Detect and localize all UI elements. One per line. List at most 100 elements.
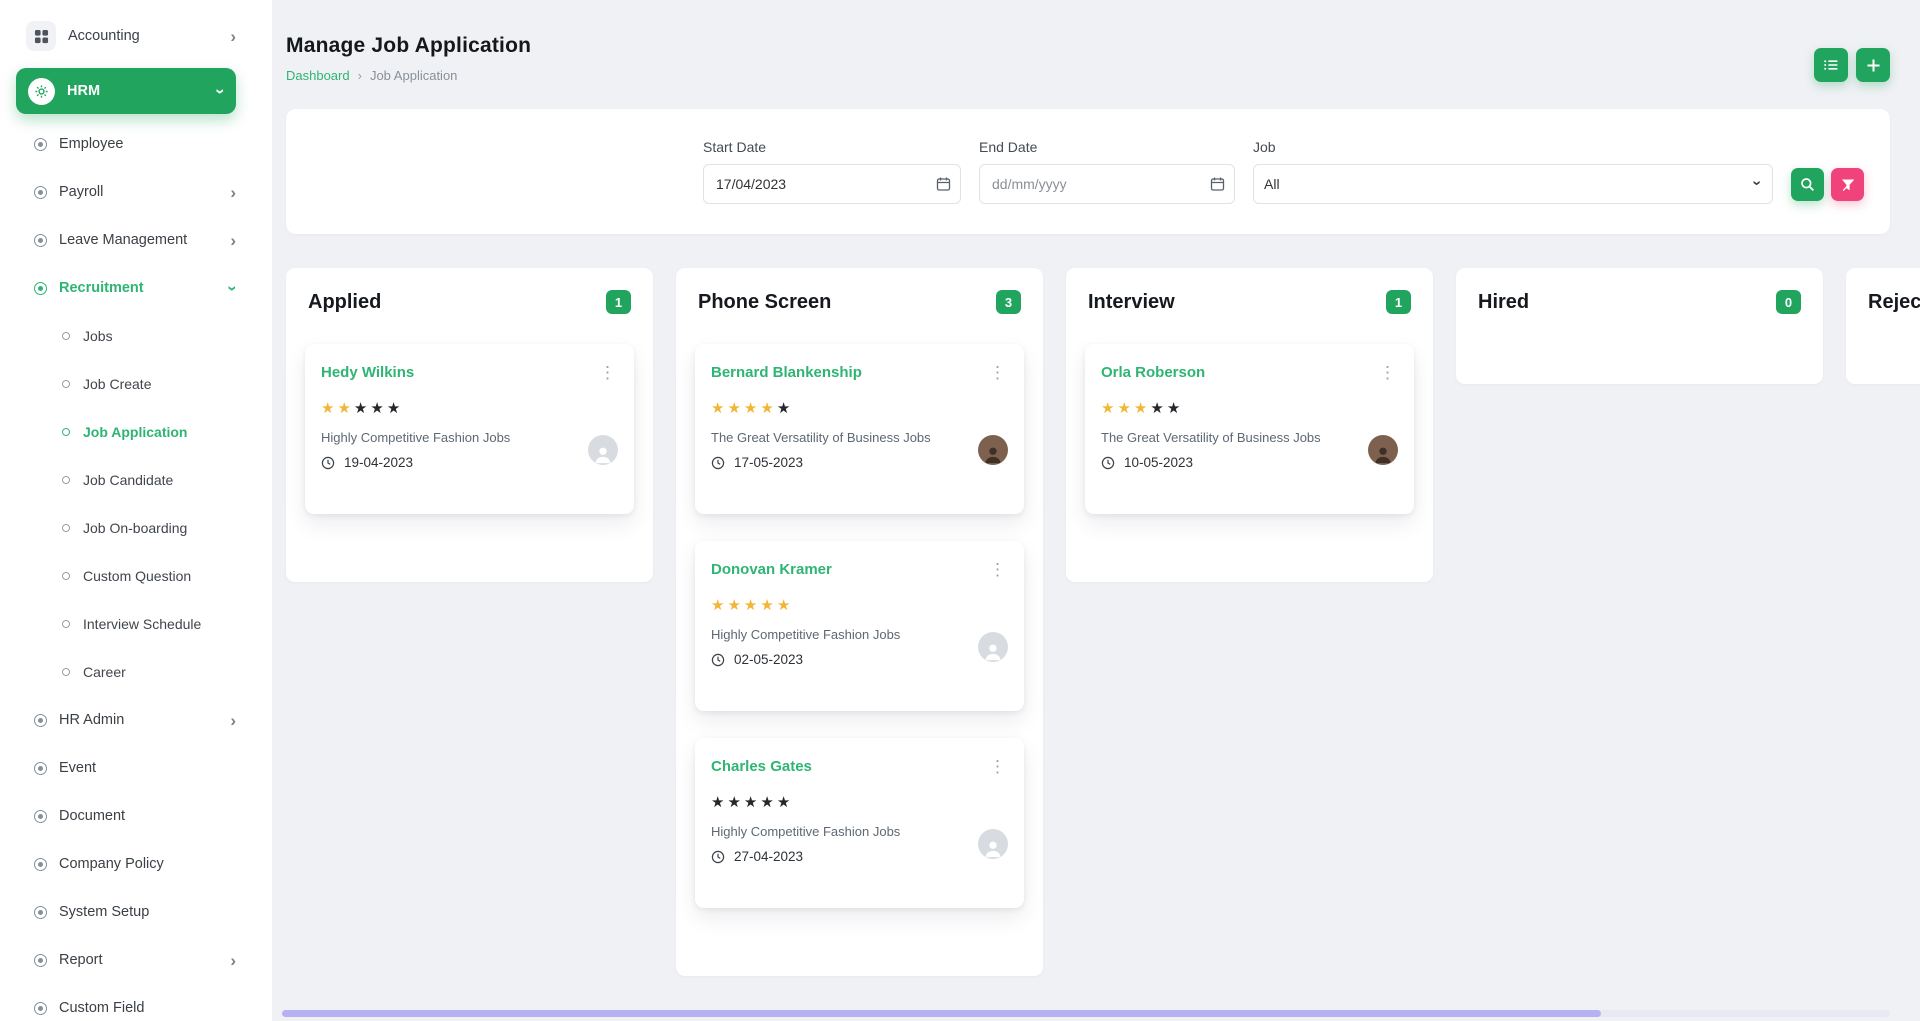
kebab-menu-icon[interactable]: ⋮ bbox=[987, 561, 1008, 578]
star-icon: ★ bbox=[1134, 400, 1150, 417]
kanban-column-hired: Hired 0 bbox=[1456, 268, 1823, 384]
star-icon: ★ bbox=[777, 400, 793, 417]
submenu-item-job-candidate[interactable]: Job Candidate bbox=[62, 456, 236, 504]
applied-date: 27-04-2023 bbox=[711, 849, 900, 864]
submenu-item-interview-schedule[interactable]: Interview Schedule bbox=[62, 600, 236, 648]
sidebar-item-label: Report bbox=[59, 952, 218, 968]
card-meta: The Great Versatility of Business Jobs 1… bbox=[711, 430, 931, 470]
column-title: Hired bbox=[1478, 291, 1529, 314]
star-icon: ★ bbox=[711, 794, 727, 811]
candidate-name-link[interactable]: Bernard Blankenship bbox=[711, 364, 862, 381]
document-icon bbox=[34, 810, 47, 823]
candidate-name-link[interactable]: Charles Gates bbox=[711, 758, 812, 775]
candidate-name-link[interactable]: Orla Roberson bbox=[1101, 364, 1205, 381]
sidebar-nav: Accounting › HRM › Employee Payroll › Le… bbox=[0, 12, 272, 1021]
sidebar-item-report[interactable]: Report › bbox=[16, 936, 236, 984]
job-label: Job bbox=[1253, 139, 1773, 155]
sidebar-item-label: Recruitment bbox=[59, 280, 218, 296]
rating-stars: ★★★★★ bbox=[321, 401, 618, 416]
sidebar-item-employee[interactable]: Employee bbox=[16, 120, 236, 168]
sidebar-item-label: Event bbox=[59, 760, 236, 776]
card-body: The Great Versatility of Business Jobs 1… bbox=[711, 430, 1008, 470]
kanban-column-rejected: Rejected bbox=[1846, 268, 1920, 384]
application-card[interactable]: Orla Roberson ⋮ ★★★★★ The Great Versatil… bbox=[1085, 344, 1414, 514]
job-select-field[interactable]: All bbox=[1253, 164, 1773, 204]
kebab-menu-icon[interactable]: ⋮ bbox=[597, 364, 618, 381]
job-title: Highly Competitive Fashion Jobs bbox=[711, 824, 900, 839]
kebab-menu-icon[interactable]: ⋮ bbox=[1377, 364, 1398, 381]
date-text: 10-05-2023 bbox=[1124, 455, 1193, 470]
rating-stars: ★★★★★ bbox=[711, 795, 1008, 810]
breadcrumb-current: Job Application bbox=[370, 68, 457, 83]
start-date-field[interactable] bbox=[703, 164, 961, 204]
application-card[interactable]: Hedy Wilkins ⋮ ★★★★★ Highly Competitive … bbox=[305, 344, 634, 514]
star-icon: ★ bbox=[727, 597, 743, 614]
bullet-icon bbox=[62, 380, 70, 388]
bullet-icon bbox=[62, 476, 70, 484]
sidebar-item-hrm[interactable]: HRM › bbox=[16, 68, 236, 114]
column-header: Phone Screen 3 bbox=[692, 284, 1027, 314]
list-view-button[interactable] bbox=[1814, 48, 1848, 82]
submenu-item-label: Jobs bbox=[83, 328, 113, 344]
sidebar-item-recruitment[interactable]: Recruitment › bbox=[16, 264, 236, 312]
card-body: Highly Competitive Fashion Jobs 27-04-20… bbox=[711, 824, 1008, 864]
sidebar-item-accounting[interactable]: Accounting › bbox=[16, 12, 236, 60]
breadcrumb: Dashboard › Job Application bbox=[286, 68, 531, 83]
rating-stars: ★★★★★ bbox=[711, 401, 1008, 416]
star-icon: ★ bbox=[711, 400, 727, 417]
star-icon: ★ bbox=[1101, 400, 1117, 417]
breadcrumb-dashboard-link[interactable]: Dashboard bbox=[286, 68, 350, 83]
sidebar-item-custom-field[interactable]: Custom Field bbox=[16, 984, 236, 1021]
recruitment-icon bbox=[34, 282, 47, 295]
application-card[interactable]: Donovan Kramer ⋮ ★★★★★ Highly Competitiv… bbox=[695, 541, 1024, 711]
application-card[interactable]: Charles Gates ⋮ ★★★★★ Highly Competitive… bbox=[695, 738, 1024, 908]
submenu-item-job-onboarding[interactable]: Job On-boarding bbox=[62, 504, 236, 552]
date-text: 27-04-2023 bbox=[734, 849, 803, 864]
card-body: The Great Versatility of Business Jobs 1… bbox=[1101, 430, 1398, 470]
submenu-item-job-create[interactable]: Job Create bbox=[62, 360, 236, 408]
calendar-icon[interactable] bbox=[936, 177, 951, 192]
search-button[interactable] bbox=[1791, 168, 1824, 201]
candidate-name-link[interactable]: Hedy Wilkins bbox=[321, 364, 414, 381]
submenu-item-job-application[interactable]: Job Application bbox=[62, 408, 236, 456]
leave-management-icon bbox=[34, 234, 47, 247]
star-icon: ★ bbox=[1150, 400, 1166, 417]
job-title: The Great Versatility of Business Jobs bbox=[711, 430, 931, 445]
sidebar-item-leave-management[interactable]: Leave Management › bbox=[16, 216, 236, 264]
star-icon: ★ bbox=[744, 597, 760, 614]
submenu-item-jobs[interactable]: Jobs bbox=[62, 312, 236, 360]
sidebar-item-payroll[interactable]: Payroll › bbox=[16, 168, 236, 216]
sidebar-item-hr-admin[interactable]: HR Admin › bbox=[16, 696, 236, 744]
star-icon: ★ bbox=[727, 794, 743, 811]
sidebar-item-event[interactable]: Event bbox=[16, 744, 236, 792]
calendar-icon[interactable] bbox=[1210, 177, 1225, 192]
sidebar-item-label: Payroll bbox=[59, 184, 218, 200]
candidate-name-link[interactable]: Donovan Kramer bbox=[711, 561, 832, 578]
horizontal-scrollbar-thumb[interactable] bbox=[282, 1010, 1601, 1017]
sidebar-item-company-policy[interactable]: Company Policy bbox=[16, 840, 236, 888]
start-date-input bbox=[703, 164, 961, 204]
card-header: Hedy Wilkins ⋮ bbox=[321, 364, 618, 381]
add-job-application-button[interactable] bbox=[1856, 48, 1890, 82]
kebab-menu-icon[interactable]: ⋮ bbox=[987, 364, 1008, 381]
custom-field-icon bbox=[34, 1002, 47, 1015]
column-cards: Bernard Blankenship ⋮ ★★★★★ The Great Ve… bbox=[692, 344, 1027, 952]
star-icon: ★ bbox=[337, 400, 353, 417]
application-card[interactable]: Bernard Blankenship ⋮ ★★★★★ The Great Ve… bbox=[695, 344, 1024, 514]
page-title: Manage Job Application bbox=[286, 34, 531, 58]
column-cards bbox=[1472, 326, 1807, 360]
reset-filter-button[interactable] bbox=[1831, 168, 1864, 201]
sidebar-item-label: Employee bbox=[59, 136, 236, 152]
column-count-badge: 0 bbox=[1776, 290, 1801, 314]
card-meta: Highly Competitive Fashion Jobs 19-04-20… bbox=[321, 430, 510, 470]
submenu-item-career[interactable]: Career bbox=[62, 648, 236, 696]
kebab-menu-icon[interactable]: ⋮ bbox=[987, 758, 1008, 775]
end-date-field[interactable] bbox=[979, 164, 1235, 204]
sidebar-item-system-setup[interactable]: System Setup bbox=[16, 888, 236, 936]
job-title: Highly Competitive Fashion Jobs bbox=[321, 430, 510, 445]
clock-icon bbox=[711, 850, 725, 864]
chevron-down-icon: › bbox=[213, 88, 230, 94]
submenu-item-custom-question[interactable]: Custom Question bbox=[62, 552, 236, 600]
column-cards bbox=[1862, 326, 1920, 360]
sidebar-item-document[interactable]: Document bbox=[16, 792, 236, 840]
